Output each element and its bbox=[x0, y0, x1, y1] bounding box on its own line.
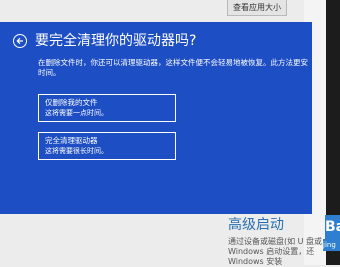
view-app-size-button[interactable]: 查看应用大小 bbox=[227, 0, 287, 16]
dialog-title: 要完全清理你的驱动器吗? bbox=[35, 33, 197, 49]
just-remove-files-option[interactable]: 仅删除我的文件 这将需要一点时间。 bbox=[38, 94, 176, 122]
clean-drive-dialog: 要完全清理你的驱动器吗? 在删除文件时，你还可以清理驱动器，这样文件便不会轻易地… bbox=[0, 22, 312, 214]
back-arrow-icon bbox=[16, 37, 23, 45]
dialog-description: 在删除文件时，你还可以清理驱动器，这样文件便不会轻易地被恢复。此方法更安 时间。 bbox=[38, 58, 312, 78]
advanced-startup-heading: 高级启动 bbox=[228, 217, 284, 233]
description-line: 在删除文件时，你还可以清理驱动器，这样文件便不会轻易地被恢复。此方法更安 bbox=[38, 58, 308, 67]
fully-clean-drive-option[interactable]: 完全清理驱动器 这将需要很长时间。 bbox=[38, 132, 176, 160]
option-title: 仅删除我的文件 bbox=[45, 98, 98, 107]
watermark-logo-sub: jing bbox=[323, 239, 340, 251]
option-subtitle: 这将需要一点时间。 bbox=[45, 109, 108, 117]
description-line: 时间。 bbox=[38, 68, 61, 77]
watermark-logo: Ba bbox=[325, 215, 340, 239]
background-text-line: Windows 安装 bbox=[228, 257, 283, 266]
option-title: 完全清理驱动器 bbox=[45, 136, 98, 145]
back-button[interactable] bbox=[13, 34, 27, 48]
option-subtitle: 这将需要很长时间。 bbox=[45, 147, 108, 155]
